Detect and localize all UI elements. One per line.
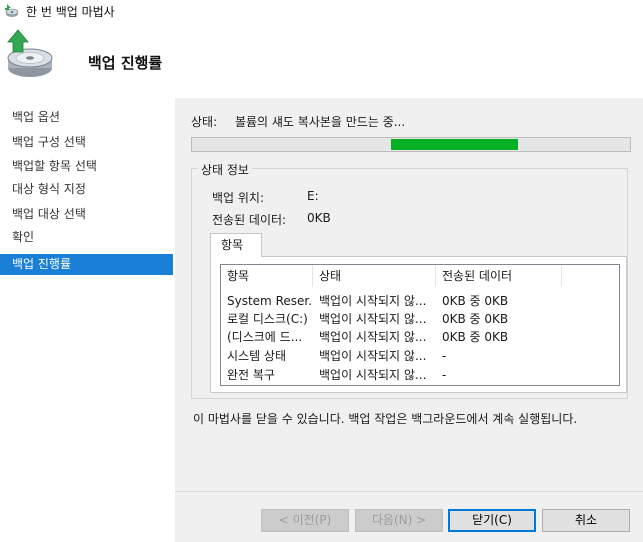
status-label: 상태: <box>191 115 218 129</box>
status-text: 볼륨의 섀도 복사본을 만드는 중... <box>234 115 406 129</box>
list-item-status: 백업이 시작되지 않... <box>319 330 427 344</box>
list-item-transferred: 0KB 중 0KB <box>442 294 509 308</box>
next-button[interactable]: 다음(N) > <box>355 509 443 532</box>
sidebar-item-confirmation: 확인 <box>12 230 35 244</box>
list-item-name: System Reser... <box>227 294 313 308</box>
list-item-status: 백업이 시작되지 않... <box>319 368 427 382</box>
list-item-name: 완전 복구 <box>227 368 275 382</box>
tab-panel-items: 항목 상태 전송된 데이터 System Reser... 백업이 시작되지 않… <box>210 256 627 393</box>
backup-location-row: 백업 위치: E: <box>212 189 319 206</box>
list-item[interactable]: 완전 복구 백업이 시작되지 않... - <box>221 366 619 385</box>
transferred-data-row: 전송된 데이터: 0KB <box>212 211 331 228</box>
wizard-header: 백업 진행률 <box>0 22 643 98</box>
backup-location-value: E: <box>307 189 319 203</box>
list-item[interactable]: 로컬 디스크(C:) 백업이 시작되지 않... 0KB 중 0KB <box>221 310 619 329</box>
list-item[interactable]: (디스크에 드... 백업이 시작되지 않... 0KB 중 0KB <box>221 328 619 347</box>
previous-button[interactable]: < 이전(P) <box>261 509 349 532</box>
wizard-steps-sidebar: 백업 옵션 백업 구성 선택 백업할 항목 선택 대상 형식 지정 백업 대상 … <box>0 98 175 542</box>
list-item-transferred: - <box>442 368 447 382</box>
list-item-name: (디스크에 드... <box>227 330 303 344</box>
column-header-status[interactable]: 상태 <box>313 265 436 287</box>
progress-bar <box>191 137 631 152</box>
backup-location-label: 백업 위치: <box>212 191 265 205</box>
list-item-transferred: 0KB 중 0KB <box>442 330 509 344</box>
sidebar-item-backup-config: 백업 구성 선택 <box>12 135 86 149</box>
backup-app-icon <box>5 4 19 17</box>
list-item-status: 백업이 시작되지 않... <box>319 312 427 326</box>
background-notice: 이 마법사를 닫을 수 있습니다. 백업 작업은 백그라운드에서 계속 실행됩니… <box>193 412 578 426</box>
items-list-view[interactable]: 항목 상태 전송된 데이터 System Reser... 백업이 시작되지 않… <box>220 264 620 386</box>
list-item-transferred: 0KB 중 0KB <box>442 312 509 326</box>
close-button[interactable]: 닫기(C) <box>448 509 536 532</box>
sidebar-item-backup-progress: 백업 진행률 <box>0 254 173 275</box>
page-title: 백업 진행률 <box>88 54 163 72</box>
column-header-item[interactable]: 항목 <box>221 265 313 287</box>
wizard-content: 상태: 볼륨의 섀도 복사본을 만드는 중... 상태 정보 백업 위치: E:… <box>175 98 643 542</box>
column-header-transferred[interactable]: 전송된 데이터 <box>436 265 562 287</box>
status-info-legend: 상태 정보 <box>198 161 252 178</box>
list-item-name: 로컬 디스크(C:) <box>227 312 308 326</box>
list-item-status: 백업이 시작되지 않... <box>319 294 427 308</box>
tab-items[interactable]: 항목 <box>210 233 262 257</box>
list-header: 항목 상태 전송된 데이터 <box>221 265 619 287</box>
list-item-transferred: - <box>442 349 447 363</box>
list-item[interactable]: System Reser... 백업이 시작되지 않... 0KB 중 0KB <box>221 292 619 311</box>
list-item-name: 시스템 상태 <box>227 349 287 363</box>
list-item[interactable]: 시스템 상태 백업이 시작되지 않... - <box>221 347 619 366</box>
backup-disc-icon <box>7 29 53 77</box>
list-item-status: 백업이 시작되지 않... <box>319 349 427 363</box>
progress-bar-fill <box>391 139 519 150</box>
sidebar-item-backup-options: 백업 옵션 <box>12 110 60 124</box>
status-info-group: 상태 정보 백업 위치: E: 전송된 데이터: 0KB 항목 항목 상태 전송… <box>191 161 628 399</box>
cancel-button[interactable]: 취소 <box>542 509 630 532</box>
title-bar: 한 번 백업 마법사 <box>0 0 643 22</box>
sidebar-item-destination-type: 대상 형식 지정 <box>12 182 86 196</box>
transferred-data-label: 전송된 데이터: <box>212 213 287 227</box>
window-title: 한 번 백업 마법사 <box>26 4 115 19</box>
button-bar: < 이전(P) 다음(N) > 닫기(C) 취소 <box>175 491 643 542</box>
sidebar-item-select-items: 백업할 항목 선택 <box>12 159 97 173</box>
transferred-data-value: 0KB <box>307 211 331 225</box>
sidebar-item-select-destination: 백업 대상 선택 <box>12 207 86 221</box>
status-line: 상태: 볼륨의 섀도 복사본을 만드는 중... <box>191 113 405 130</box>
